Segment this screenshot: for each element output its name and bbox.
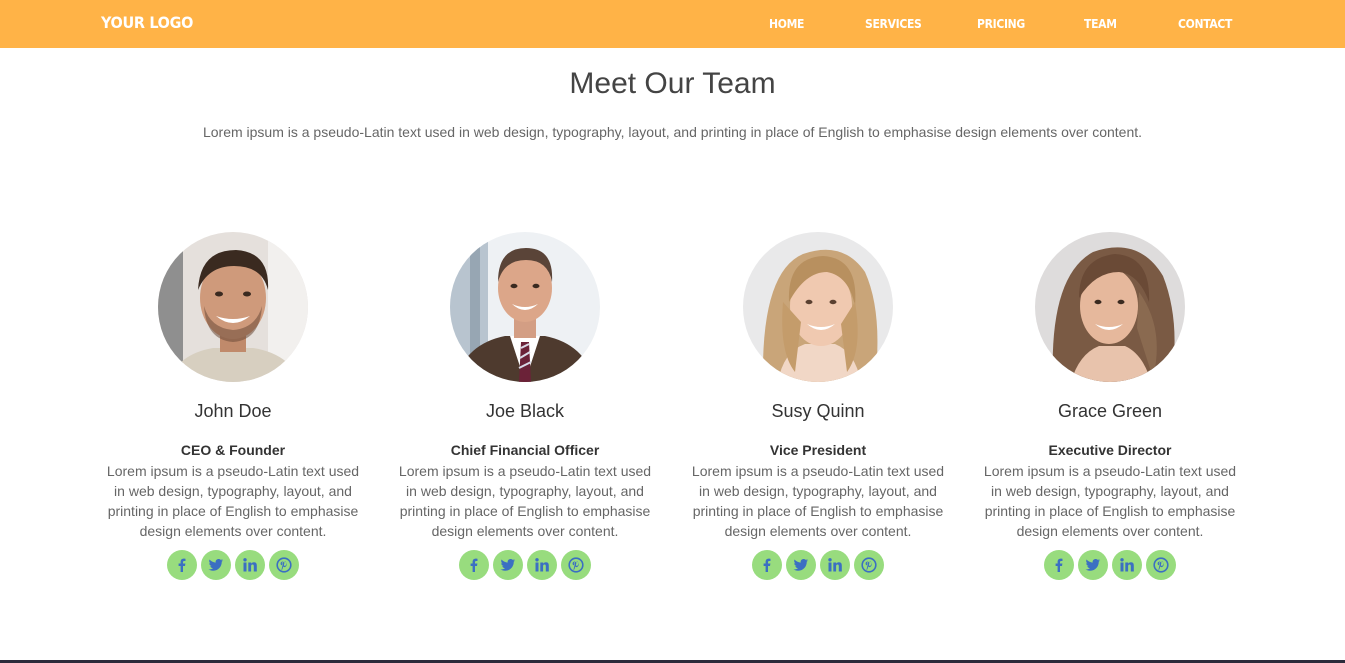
twitter-link[interactable] — [201, 550, 231, 580]
facebook-link[interactable] — [752, 550, 782, 580]
social-links — [390, 550, 660, 580]
pinterest-icon — [276, 557, 292, 573]
member-name: Joe Black — [485, 401, 565, 421]
member-photo — [158, 232, 308, 382]
twitter-link[interactable] — [1078, 550, 1108, 580]
twitter-link[interactable] — [786, 550, 816, 580]
facebook-link[interactable] — [459, 550, 489, 580]
linkedin-link[interactable] — [1112, 550, 1142, 580]
facebook-icon — [470, 558, 478, 572]
linkedin-icon — [1120, 558, 1134, 572]
linkedin-link[interactable] — [820, 550, 850, 580]
pinterest-link[interactable] — [1146, 550, 1176, 580]
member-description: Lorem ipsum is a pseudo-Latin text used … — [398, 463, 652, 539]
twitter-icon — [208, 558, 224, 571]
member-role: Vice President — [769, 442, 867, 458]
member-description: Lorem ipsum is a pseudo-Latin text used … — [106, 463, 360, 539]
social-links — [98, 550, 368, 580]
section-title: Meet Our Team — [569, 67, 776, 100]
nav-link-contact[interactable]: CONTACT — [1178, 17, 1232, 31]
social-links — [975, 550, 1245, 580]
site-logo[interactable]: YOUR LOGO — [101, 13, 193, 32]
twitter-link[interactable] — [493, 550, 523, 580]
member-description: Lorem ipsum is a pseudo-Latin text used … — [691, 463, 945, 539]
member-description: Lorem ipsum is a pseudo-Latin text used … — [983, 463, 1237, 539]
facebook-icon — [1055, 558, 1063, 572]
pinterest-icon — [1153, 557, 1169, 573]
facebook-icon — [178, 558, 186, 572]
team-member-card: Grace Green Executive Director Lorem ips… — [975, 232, 1245, 580]
pinterest-icon — [568, 557, 584, 573]
pinterest-link[interactable] — [269, 550, 299, 580]
member-name: Susy Quinn — [771, 401, 865, 421]
top-navbar: YOUR LOGO HOME SERVICES PRICING TEAM CON… — [0, 0, 1345, 48]
pinterest-link[interactable] — [854, 550, 884, 580]
linkedin-link[interactable] — [235, 550, 265, 580]
member-name: John Doe — [194, 401, 272, 421]
member-photo — [1035, 232, 1185, 382]
team-member-card: Susy Quinn Vice President Lorem ipsum is… — [683, 232, 953, 580]
nav-link-home[interactable]: HOME — [769, 17, 804, 31]
member-photo — [450, 232, 600, 382]
linkedin-link[interactable] — [527, 550, 557, 580]
member-role: Chief Financial Officer — [450, 442, 600, 458]
twitter-icon — [500, 558, 516, 571]
twitter-icon — [793, 558, 809, 571]
team-member-card: Joe Black Chief Financial Officer Lorem … — [390, 232, 660, 580]
facebook-link[interactable] — [1044, 550, 1074, 580]
facebook-icon — [763, 558, 771, 572]
twitter-icon — [1085, 558, 1101, 571]
member-role: CEO & Founder — [180, 442, 286, 458]
nav-link-team[interactable]: TEAM — [1084, 17, 1117, 31]
linkedin-icon — [828, 558, 842, 572]
linkedin-icon — [535, 558, 549, 572]
member-role: Executive Director — [1048, 442, 1172, 458]
section-intro: Lorem ipsum is a pseudo-Latin text used … — [202, 124, 1143, 140]
social-links — [683, 550, 953, 580]
nav-link-pricing[interactable]: PRICING — [977, 17, 1025, 31]
linkedin-icon — [243, 558, 257, 572]
member-photo — [743, 232, 893, 382]
team-member-card: John Doe CEO & Founder Lorem ipsum is a … — [98, 232, 368, 580]
nav-link-services[interactable]: SERVICES — [865, 17, 922, 31]
facebook-link[interactable] — [167, 550, 197, 580]
pinterest-link[interactable] — [561, 550, 591, 580]
pinterest-icon — [861, 557, 877, 573]
member-name: Grace Green — [1057, 401, 1163, 421]
